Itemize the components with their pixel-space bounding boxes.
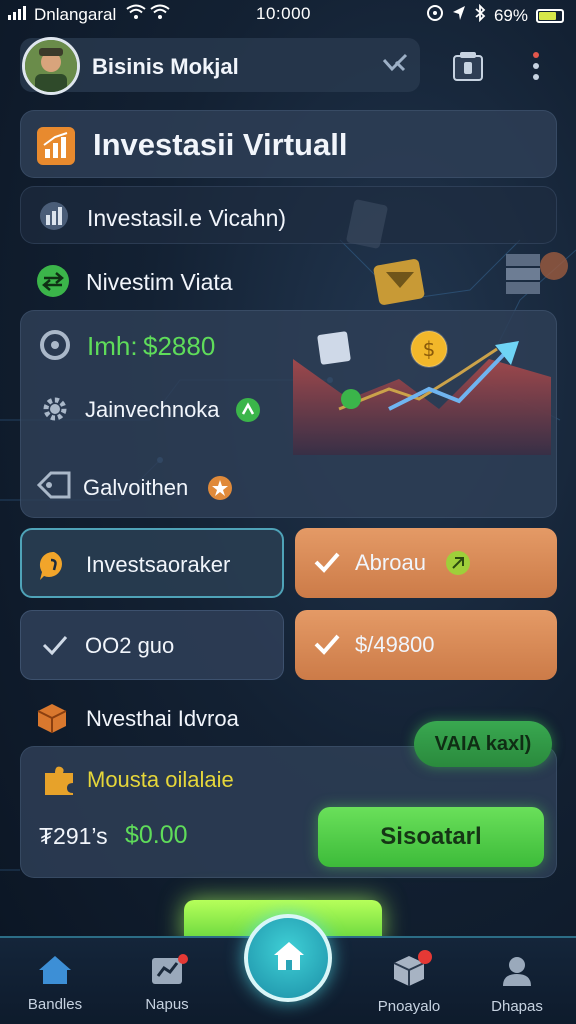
button-label: Abroau	[355, 550, 426, 575]
alarm-icon	[426, 4, 444, 27]
bluetooth-icon	[474, 3, 486, 27]
button-label: Investsaoraker	[86, 552, 231, 577]
package-icon	[392, 950, 432, 992]
promo-pill[interactable]: VAIA kaxl)	[414, 721, 552, 767]
check-chevron-icon[interactable]	[382, 52, 408, 79]
growth-chart-illustration: $	[293, 330, 551, 455]
battery-level	[539, 11, 556, 20]
battery-icon	[536, 8, 564, 23]
nav-item-news[interactable]: Napus	[122, 954, 212, 1013]
section-header: Nvesthai Idvroa	[20, 700, 380, 736]
location-icon	[452, 5, 466, 26]
list-item-label: Nivestim Viata	[86, 269, 233, 295]
check-icon	[313, 632, 341, 661]
chart-doc-icon	[150, 954, 188, 990]
more-menu-icon[interactable]	[530, 50, 542, 89]
battery-percent: 69%	[493, 5, 528, 25]
list-item[interactable]: Nivestim Viata	[20, 252, 380, 308]
gear-icon	[39, 393, 71, 430]
status-bar: Dnlangaral 10:000 69%	[0, 0, 576, 30]
list-item-label: Investasil.e Vicahn)	[87, 205, 287, 231]
nav-label: Dhapas	[491, 998, 543, 1015]
nav-item-profile[interactable]: Dhapas	[472, 954, 562, 1015]
start-button[interactable]: Sisoatarl	[318, 807, 544, 867]
wifi-icon	[126, 4, 146, 25]
balance-value: $2880	[143, 331, 216, 361]
carrier-name: Dnlangaral	[34, 4, 117, 24]
balance-label: Imh:	[87, 331, 138, 361]
nav-label: Pnoayalo	[377, 998, 441, 1015]
promo-title: Mousta oilalaie	[87, 767, 234, 792]
approve-button[interactable]: Abroau	[295, 528, 557, 598]
bar-chart-icon	[37, 201, 71, 236]
button-label: OO2 guo	[85, 633, 175, 658]
speech-icon	[38, 550, 70, 587]
svg-text:$: $	[423, 337, 436, 361]
stat-label: Jainvechnoka	[85, 397, 220, 422]
user-name: Bisinis Mokjal	[92, 54, 239, 79]
wallet-icon[interactable]	[450, 48, 486, 89]
stat-label: Galvoithen	[83, 475, 189, 500]
home-fab-button[interactable]	[244, 914, 332, 1002]
double-arrow-icon	[36, 264, 70, 303]
promo-amount: $0.00	[125, 821, 188, 849]
page-title: Investasii Virtuall	[93, 127, 348, 162]
promo-amount-prefix: ₮291’s	[39, 823, 108, 849]
nav-label: Napus	[145, 996, 189, 1013]
check-icon	[41, 633, 69, 662]
target-icon	[39, 329, 71, 366]
chart-badge-icon	[37, 127, 75, 170]
up-badge-icon	[235, 397, 261, 428]
stats-card: Imh: $2880 Jainvechnoka Galvoithen $	[20, 310, 557, 518]
nav-item-payment[interactable]: Pnoayalo	[364, 950, 454, 1015]
amount-button[interactable]: $/49800	[295, 610, 557, 680]
section-title: Nvesthai Idvroa	[86, 706, 239, 731]
clock: 10:000	[256, 4, 311, 23]
signal-icon	[8, 5, 30, 25]
avatar[interactable]	[22, 37, 80, 95]
nav-label: Bandles	[27, 996, 83, 1013]
group-button[interactable]: OO2 guo	[20, 610, 284, 680]
tag-icon	[36, 471, 71, 504]
button-label: $/49800	[355, 632, 435, 657]
user-icon	[500, 957, 534, 992]
wifi-icon-secondary	[150, 4, 170, 25]
home-icon	[37, 956, 73, 990]
check-icon	[313, 550, 341, 579]
box-icon	[36, 702, 68, 739]
nav-item-home[interactable]: Bandles	[10, 954, 100, 1013]
puzzle-icon	[41, 763, 77, 802]
star-badge-icon	[207, 475, 233, 506]
home-icon	[272, 940, 306, 977]
profile-header[interactable]: Bisinis Mokjal	[20, 38, 420, 92]
investor-button[interactable]: Investsaoraker	[20, 528, 284, 598]
title-card: Investasii Virtuall	[20, 110, 557, 178]
spark-badge-icon	[445, 550, 471, 581]
